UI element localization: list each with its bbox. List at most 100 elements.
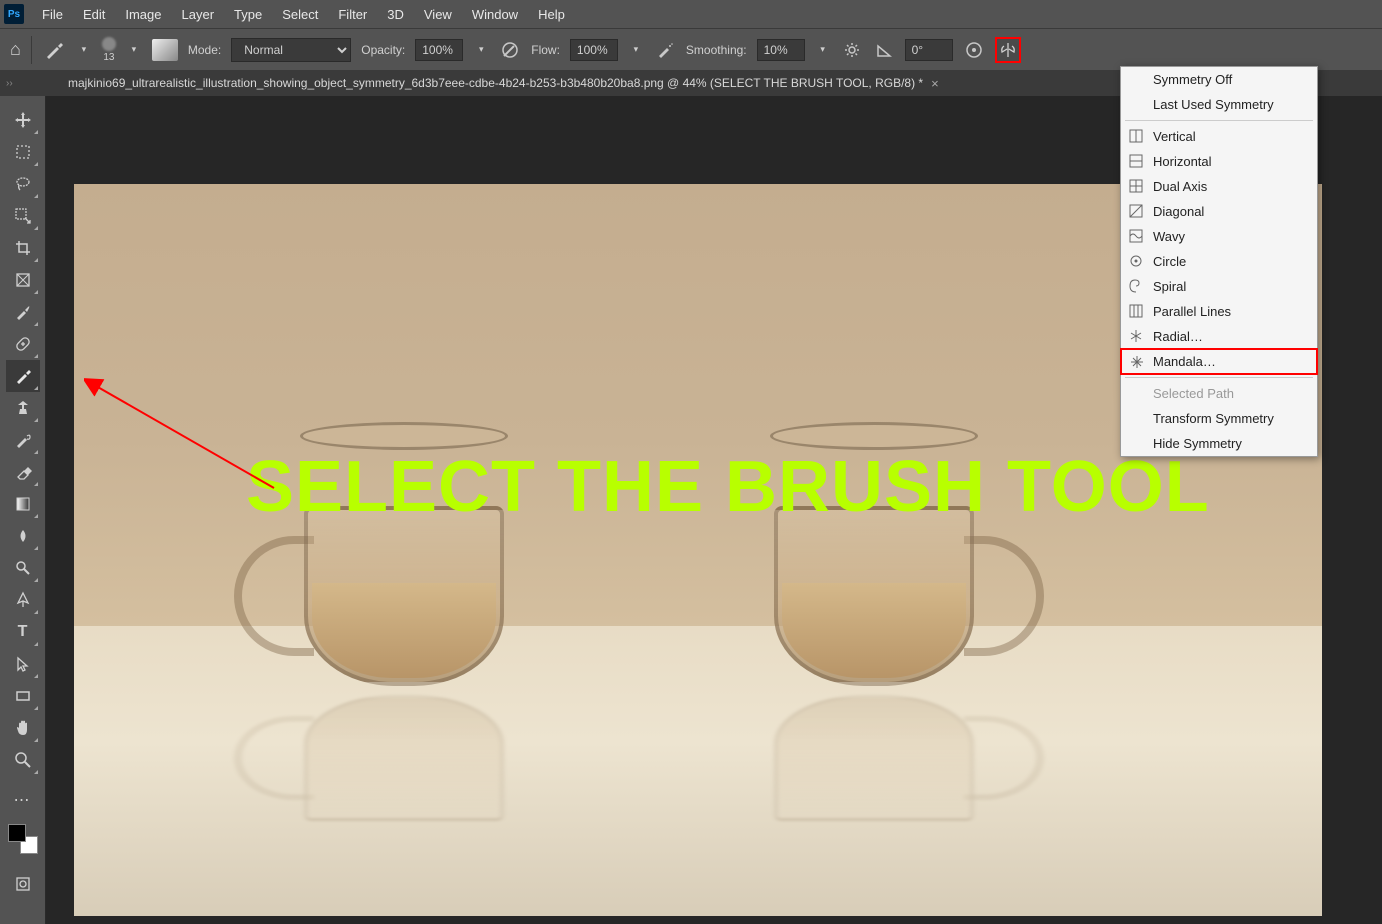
menu-separator xyxy=(1125,120,1313,121)
dodge-tool[interactable] xyxy=(6,552,40,584)
photoshop-icon: Ps xyxy=(4,4,24,24)
symmetry-spiral[interactable]: Spiral xyxy=(1121,274,1317,299)
tool-preset-dropdown[interactable]: ▾ xyxy=(76,40,92,60)
quick-mask-icon[interactable] xyxy=(6,868,40,900)
menu-filter[interactable]: Filter xyxy=(328,3,377,26)
symmetry-radial[interactable]: Radial… xyxy=(1121,324,1317,349)
crop-tool[interactable] xyxy=(6,232,40,264)
opacity-label: Opacity: xyxy=(361,43,405,57)
circle-icon xyxy=(1129,254,1143,268)
brush-tool-indicator-icon[interactable] xyxy=(42,38,66,62)
diagonal-icon xyxy=(1129,204,1143,218)
color-swatches[interactable] xyxy=(8,824,38,854)
close-tab-icon[interactable]: × xyxy=(931,76,939,91)
brush-size-label: 13 xyxy=(103,52,114,63)
opacity-input[interactable] xyxy=(415,39,463,61)
symmetry-parallel[interactable]: Parallel Lines xyxy=(1121,299,1317,324)
brush-panel-toggle-icon[interactable] xyxy=(152,39,178,61)
pen-tool[interactable] xyxy=(6,584,40,616)
zoom-tool[interactable] xyxy=(6,744,40,776)
menu-window[interactable]: Window xyxy=(462,3,528,26)
smoothing-input[interactable] xyxy=(757,39,805,61)
quick-select-tool[interactable] xyxy=(6,200,40,232)
smoothing-options-gear-icon[interactable] xyxy=(841,39,863,61)
parallel-icon xyxy=(1129,304,1143,318)
smoothing-label: Smoothing: xyxy=(686,43,747,57)
brush-preview[interactable]: 13 xyxy=(102,37,116,63)
mandala-icon xyxy=(1130,355,1144,369)
menu-type[interactable]: Type xyxy=(224,3,272,26)
opacity-dropdown[interactable]: ▾ xyxy=(473,40,489,60)
hand-tool[interactable] xyxy=(6,712,40,744)
eraser-tool[interactable] xyxy=(6,456,40,488)
pressure-opacity-icon[interactable] xyxy=(499,39,521,61)
blur-tool[interactable] xyxy=(6,520,40,552)
symmetry-vertical[interactable]: Vertical xyxy=(1121,124,1317,149)
healing-tool[interactable] xyxy=(6,328,40,360)
menu-image[interactable]: Image xyxy=(115,3,171,26)
angle-input[interactable] xyxy=(905,39,953,61)
tool-panel: T ⋯ xyxy=(0,96,46,924)
history-brush-tool[interactable] xyxy=(6,424,40,456)
menu-view[interactable]: View xyxy=(414,3,462,26)
foreground-color-swatch[interactable] xyxy=(8,824,26,842)
flow-dropdown[interactable]: ▾ xyxy=(628,40,644,60)
document-tab[interactable]: majkinio69_ultrarealistic_illustration_s… xyxy=(60,72,947,95)
eyedropper-tool[interactable] xyxy=(6,296,40,328)
symmetry-horizontal[interactable]: Horizontal xyxy=(1121,149,1317,174)
symmetry-dual-axis[interactable]: Dual Axis xyxy=(1121,174,1317,199)
rectangle-tool[interactable] xyxy=(6,680,40,712)
menu-help[interactable]: Help xyxy=(528,3,575,26)
airbrush-icon[interactable] xyxy=(654,39,676,61)
flow-input[interactable] xyxy=(570,39,618,61)
symmetry-hide[interactable]: Hide Symmetry xyxy=(1121,431,1317,456)
marquee-tool[interactable] xyxy=(6,136,40,168)
cup-left-reflection xyxy=(264,695,544,877)
symmetry-circle[interactable]: Circle xyxy=(1121,249,1317,274)
symmetry-transform[interactable]: Transform Symmetry xyxy=(1121,406,1317,431)
home-icon[interactable]: ⌂ xyxy=(10,39,21,60)
symmetry-wavy[interactable]: Wavy xyxy=(1121,224,1317,249)
overlay-text: SELECT THE BRUSH TOOL xyxy=(246,446,1210,528)
type-tool[interactable]: T xyxy=(6,616,40,648)
brush-tool[interactable] xyxy=(6,360,40,392)
menu-edit[interactable]: Edit xyxy=(73,3,115,26)
menu-bar: Ps File Edit Image Layer Type Select Fil… xyxy=(0,0,1382,28)
flow-label: Flow: xyxy=(531,43,560,57)
move-tool[interactable] xyxy=(6,104,40,136)
angle-icon xyxy=(873,39,895,61)
menu-layer[interactable]: Layer xyxy=(172,3,225,26)
frame-tool[interactable] xyxy=(6,264,40,296)
gradient-tool[interactable] xyxy=(6,488,40,520)
blend-mode-select[interactable]: Normal xyxy=(231,38,351,62)
path-select-tool[interactable] xyxy=(6,648,40,680)
document-title: majkinio69_ultrarealistic_illustration_s… xyxy=(68,76,923,90)
pressure-size-icon[interactable] xyxy=(963,39,985,61)
menu-3d[interactable]: 3D xyxy=(377,3,414,26)
horizontal-icon xyxy=(1129,154,1143,168)
menu-file[interactable]: File xyxy=(32,3,73,26)
symmetry-selected-path: Selected Path xyxy=(1121,381,1317,406)
symmetry-last-used[interactable]: Last Used Symmetry xyxy=(1121,92,1317,117)
spiral-icon xyxy=(1129,279,1143,293)
symmetry-diagonal[interactable]: Diagonal xyxy=(1121,199,1317,224)
symmetry-menu: Symmetry Off Last Used Symmetry Vertical… xyxy=(1120,66,1318,457)
smoothing-dropdown[interactable]: ▾ xyxy=(815,40,831,60)
options-bar: ⌂ ▾ 13 ▾ Mode: Normal Opacity: ▾ Flow: ▾… xyxy=(0,28,1382,70)
edit-toolbar-icon[interactable]: ⋯ xyxy=(6,784,40,816)
clone-stamp-tool[interactable] xyxy=(6,392,40,424)
symmetry-mandala[interactable]: Mandala… xyxy=(1120,348,1318,375)
wavy-icon xyxy=(1129,229,1143,243)
symmetry-off[interactable]: Symmetry Off xyxy=(1121,67,1317,92)
brush-preset-dropdown[interactable]: ▾ xyxy=(126,40,142,60)
lasso-tool[interactable] xyxy=(6,168,40,200)
symmetry-butterfly-icon[interactable] xyxy=(995,37,1021,63)
tab-handle-icon[interactable]: ›› xyxy=(6,78,13,89)
cup-right-reflection xyxy=(734,695,1014,877)
menu-separator xyxy=(1125,377,1313,378)
brush-dot-icon xyxy=(102,37,116,51)
dual-axis-icon xyxy=(1129,179,1143,193)
vertical-icon xyxy=(1129,129,1143,143)
radial-icon xyxy=(1129,329,1143,343)
menu-select[interactable]: Select xyxy=(272,3,328,26)
